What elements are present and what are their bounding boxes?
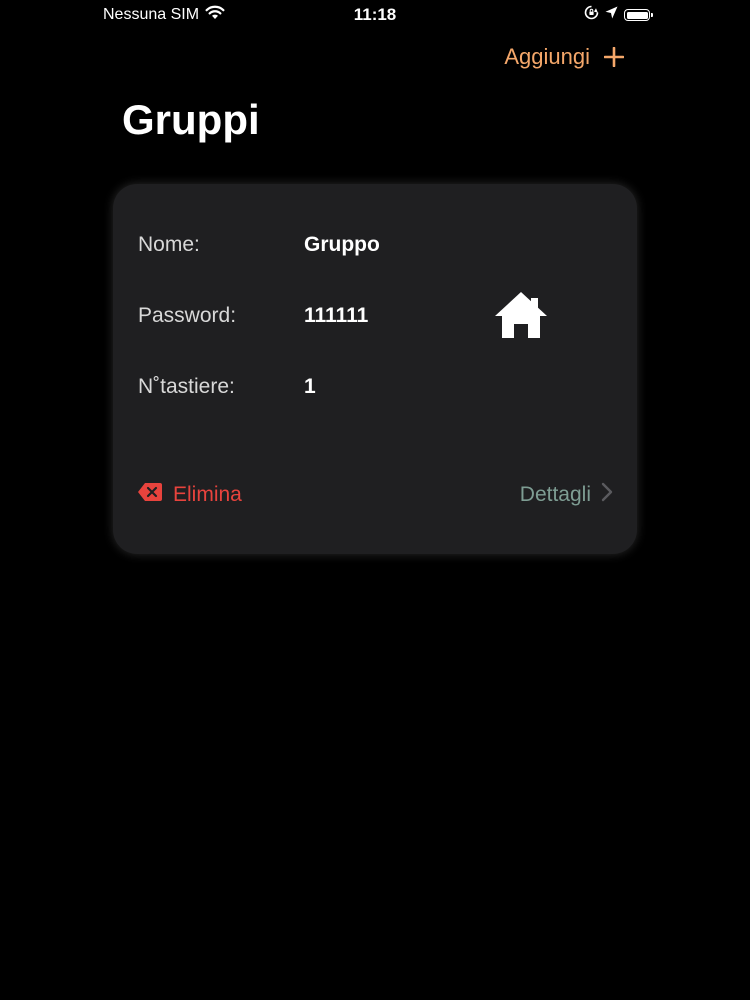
group-card: Nome: Gruppo Password: 111111 N˚tastiere…	[113, 184, 637, 554]
keypads-label: N˚tastiere:	[138, 375, 235, 398]
keypads-row: N˚tastiere: 1	[138, 372, 316, 402]
password-row: Password: 111111	[138, 301, 368, 331]
details-button[interactable]: Dettagli	[520, 482, 613, 508]
add-button-label: Aggiungi	[504, 44, 590, 69]
add-group-button[interactable]: Aggiungi	[504, 44, 624, 70]
plus-icon	[604, 47, 624, 67]
page-title: Gruppi	[122, 96, 260, 143]
battery-fill	[626, 11, 648, 19]
keypads-value: 1	[304, 375, 316, 398]
delete-label: Elimina	[173, 483, 242, 506]
delete-icon	[137, 482, 163, 508]
details-label: Dettagli	[519, 483, 591, 506]
name-label: Nome:	[138, 233, 200, 256]
location-arrow-icon	[605, 6, 618, 24]
chevron-right-icon	[601, 482, 613, 508]
name-value: Gruppo	[304, 233, 380, 256]
password-label: Password:	[138, 304, 237, 327]
orientation-lock-icon	[584, 5, 599, 25]
name-row: Nome: Gruppo	[138, 230, 380, 260]
delete-button[interactable]: Elimina	[137, 482, 242, 508]
status-bar: Nessuna SIM 11:18	[0, 0, 750, 30]
password-value: 111111	[304, 304, 369, 327]
status-right	[584, 5, 653, 25]
home-icon	[493, 290, 549, 342]
battery-icon	[624, 9, 653, 21]
